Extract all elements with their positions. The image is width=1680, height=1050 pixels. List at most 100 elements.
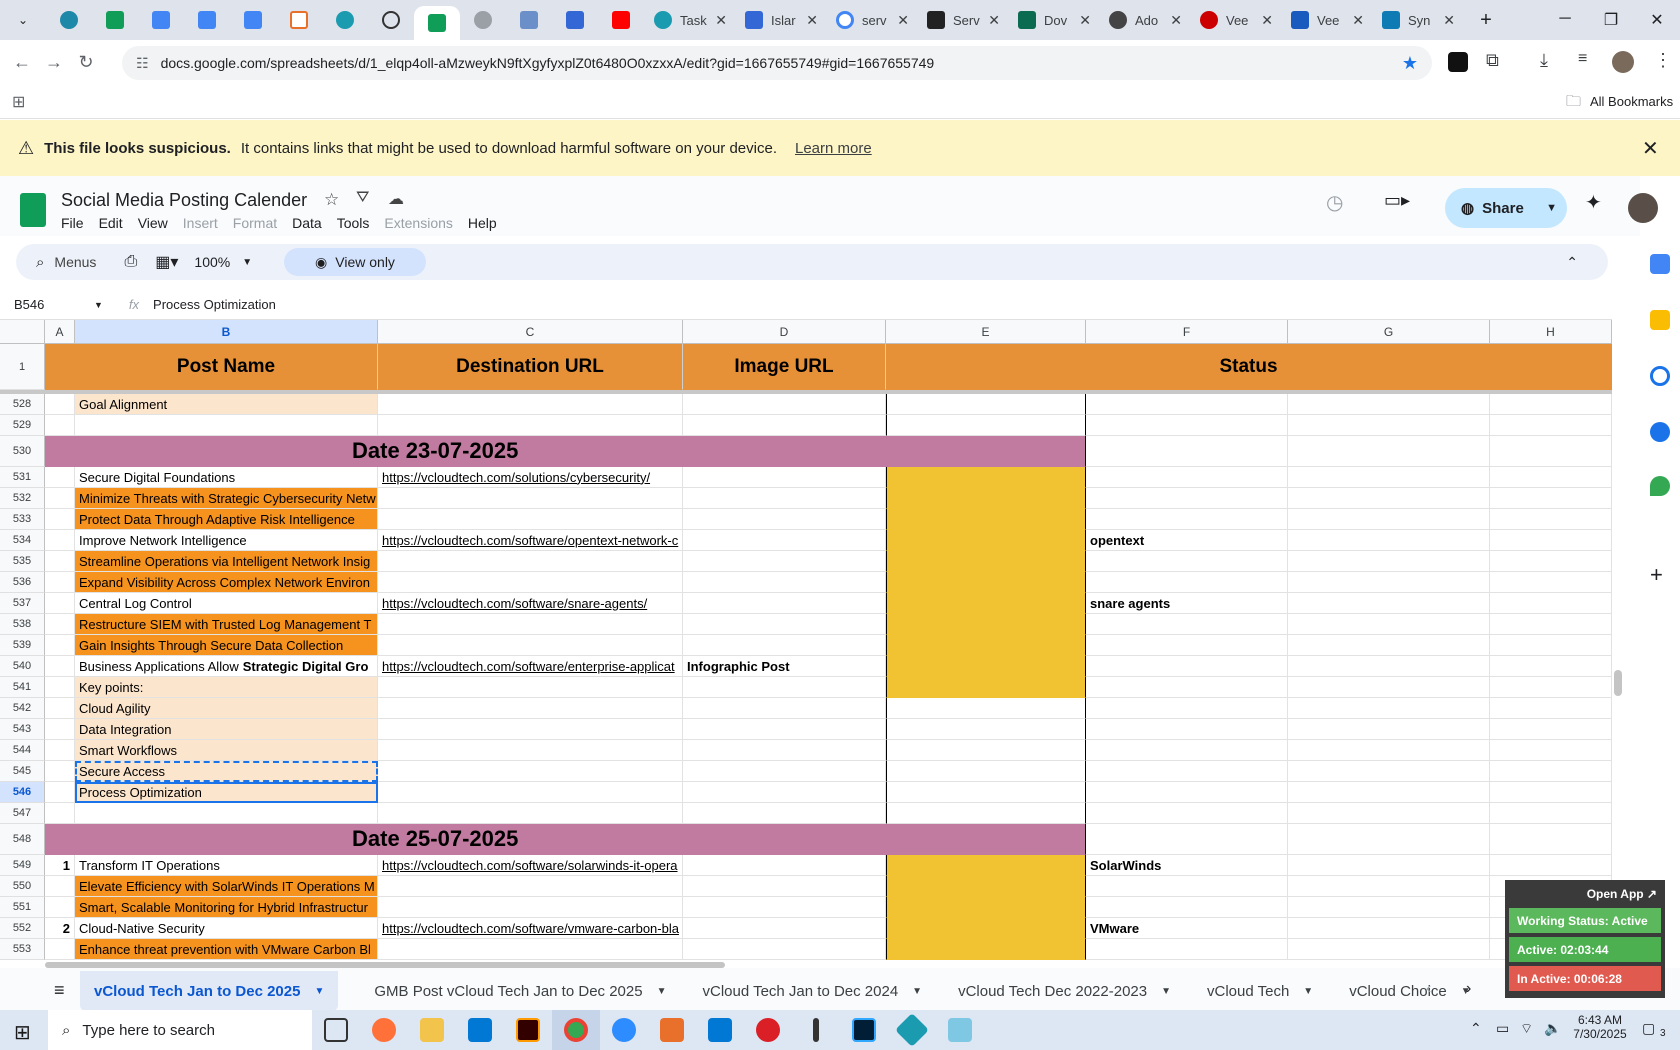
menu-format[interactable]: Format [233,215,277,231]
cell-g[interactable] [1288,415,1490,436]
menu-file[interactable]: File [61,215,84,231]
post-name-cell[interactable]: Smart, Scalable Monitoring for Hybrid In… [75,897,378,918]
status-text-cell[interactable] [1086,876,1288,897]
status-text-cell[interactable] [1086,782,1288,803]
row-header[interactable]: 528 [0,394,45,415]
sheet-tab[interactable]: vCloud Choice ▼ [1349,983,1470,1000]
back-icon[interactable]: ← [6,52,38,73]
status-text-cell[interactable] [1086,614,1288,635]
browser-tab[interactable] [368,4,414,36]
post-name-cell[interactable]: Restructure SIEM with Trusted Log Manage… [75,614,378,635]
meet-icon[interactable]: ▭▸ [1384,190,1410,211]
format-icon[interactable]: ▦▾ [155,252,178,272]
file-explorer-icon[interactable] [408,1010,456,1050]
browser-tab-active[interactable] [414,6,460,40]
forward-icon[interactable]: → [38,52,70,73]
post-name-cell[interactable] [75,415,378,436]
close-icon[interactable]: ✕ [1443,12,1455,29]
cell-a[interactable] [45,415,75,436]
chevron-down-icon[interactable]: ▼ [912,986,922,997]
new-tab-button[interactable]: + [1463,4,1509,36]
teal-app-icon[interactable] [888,1010,936,1050]
menu-data[interactable]: Data [292,215,322,231]
status-text-cell[interactable] [1086,719,1288,740]
image-url-cell[interactable] [683,876,886,897]
close-icon[interactable]: ✕ [806,12,818,29]
cell-h[interactable] [1490,551,1612,572]
media-icon[interactable]: ≡ [1578,50,1587,68]
row-header[interactable]: 537 [0,593,45,614]
sheets-logo-icon[interactable] [20,193,46,227]
destination-url-cell[interactable] [378,551,683,572]
post-name-cell[interactable]: Cloud-Native Security [75,918,378,939]
browser-tab[interactable] [552,4,598,36]
cell-a[interactable] [45,614,75,635]
destination-url-cell[interactable] [378,415,683,436]
destination-url-cell[interactable] [378,719,683,740]
status-text-cell[interactable]: SolarWinds [1086,855,1288,876]
close-window-button[interactable]: ✕ [1634,10,1680,30]
task-view-icon[interactable] [312,1010,360,1050]
close-icon[interactable]: ✕ [1261,12,1273,29]
cell-h[interactable] [1490,415,1612,436]
box-app-icon[interactable] [648,1010,696,1050]
sheet-tab-active[interactable]: vCloud Tech Jan to Dec 2025 ▼ [80,971,339,1011]
browser-tab[interactable] [276,4,322,36]
browser-tab[interactable] [230,4,276,36]
cell-g[interactable] [1288,530,1490,551]
status-color-cell[interactable] [886,530,1086,551]
cell-h[interactable] [1490,855,1612,876]
address-bar[interactable]: ☷ docs.google.com/spreadsheets/d/1_elqp4… [122,46,1432,80]
destination-url-cell[interactable] [378,572,683,593]
image-url-cell[interactable] [683,897,886,918]
more-icon[interactable]: ⋮ [1654,50,1672,71]
restore-button[interactable]: ❐ [1588,10,1634,30]
status-color-cell[interactable] [886,467,1086,488]
image-url-cell[interactable] [683,551,886,572]
learn-more-link[interactable]: Learn more [795,140,872,157]
cell-h[interactable] [1490,614,1612,635]
menu-tools[interactable]: Tools [337,215,370,231]
chevron-down-icon[interactable]: ▼ [314,986,324,997]
image-url-cell[interactable] [683,467,886,488]
post-name-cell[interactable]: Enhance threat prevention with VMware Ca… [75,939,378,960]
browser-tab[interactable]: Ado ✕ [1099,4,1190,36]
network-icon[interactable]: ▭ [1496,1020,1509,1037]
name-box[interactable]: B546 [14,297,84,312]
image-url-cell[interactable] [683,803,886,824]
cell-g[interactable] [1288,656,1490,677]
cell-a[interactable] [45,897,75,918]
clock[interactable]: 6:43 AM 7/30/2025 [1570,1013,1630,1041]
image-url-cell[interactable] [683,855,886,876]
row-header[interactable]: 530 [0,436,45,467]
status-color-cell[interactable] [886,782,1086,803]
cell-h[interactable] [1490,509,1612,530]
chevron-down-icon[interactable]: ▼ [1161,986,1171,997]
image-url-cell[interactable] [683,782,886,803]
status-color-cell[interactable] [886,656,1086,677]
destination-url-cell[interactable]: https://vcloudtech.com/software/enterpri… [378,656,683,677]
sheet-tab[interactable]: vCloud Tech Dec 2022-2023 ▼ [958,983,1171,1000]
column-header-c[interactable]: C [378,320,683,344]
image-url-cell[interactable] [683,614,886,635]
cell-g[interactable] [1288,719,1490,740]
cell[interactable] [1490,824,1612,855]
chevron-down-icon[interactable]: ▼ [242,257,252,268]
row-header[interactable]: 541 [0,677,45,698]
status-color-cell[interactable] [886,698,1086,719]
cell-g[interactable] [1288,488,1490,509]
status-text-cell[interactable]: opentext [1086,530,1288,551]
cell-a[interactable] [45,698,75,719]
post-name-cell[interactable]: Business Applications Allow Strategic Di… [75,656,378,677]
all-sheets-icon[interactable]: ≡ [54,980,65,1001]
column-header-d[interactable]: D [683,320,886,344]
row-header[interactable]: 539 [0,635,45,656]
chevron-down-icon[interactable]: ▼ [1303,986,1313,997]
download-icon[interactable]: ⤓ [1540,50,1548,71]
destination-url-cell[interactable] [378,488,683,509]
status-color-cell[interactable] [886,803,1086,824]
row-header[interactable]: 542 [0,698,45,719]
sheet-tab[interactable]: GMB Post vCloud Tech Jan to Dec 2025 ▼ [374,983,666,1000]
image-url-cell[interactable] [683,635,886,656]
status-text-cell[interactable] [1086,656,1288,677]
